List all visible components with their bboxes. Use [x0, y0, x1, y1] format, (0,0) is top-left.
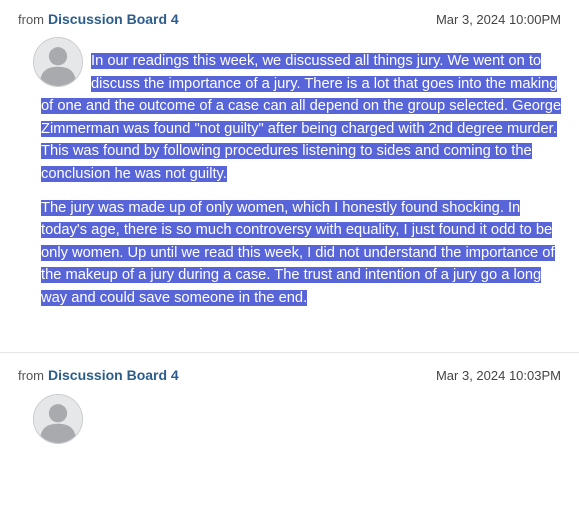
entry-header: from Discussion Board 4 Mar 3, 2024 10:03… [18, 365, 561, 385]
avatar-space [41, 50, 91, 94]
entry-source: from Discussion Board 4 [18, 367, 179, 383]
discussion-entry: from Discussion Board 4 Mar 3, 2024 10:00… [0, 0, 579, 352]
entry-timestamp: Mar 3, 2024 10:03PM [435, 367, 561, 383]
from-label: from [18, 368, 44, 383]
message-paragraph: In our readings this week, we discussed … [41, 50, 566, 186]
from-label: from [18, 12, 44, 27]
message-paragraph: The jury was made up of only women, whic… [41, 197, 566, 310]
discussion-board-link[interactable]: Discussion Board 4 [48, 11, 179, 27]
entry-message: In our readings this week, we discussed … [41, 50, 566, 310]
discussion-board-link[interactable]: Discussion Board 4 [48, 367, 179, 383]
discussion-entry: from Discussion Board 4 Mar 3, 2024 10:03… [0, 352, 579, 521]
entry-header: from Discussion Board 4 Mar 3, 2024 10:00… [18, 9, 561, 29]
entry-source: from Discussion Board 4 [18, 11, 179, 27]
selected-text: The jury was made up of only women, whic… [41, 199, 555, 306]
default-user-avatar-icon[interactable] [33, 394, 83, 444]
selected-text: In our readings this week, we discussed … [41, 53, 562, 182]
entry-timestamp: Mar 3, 2024 10:00PM [435, 11, 561, 27]
